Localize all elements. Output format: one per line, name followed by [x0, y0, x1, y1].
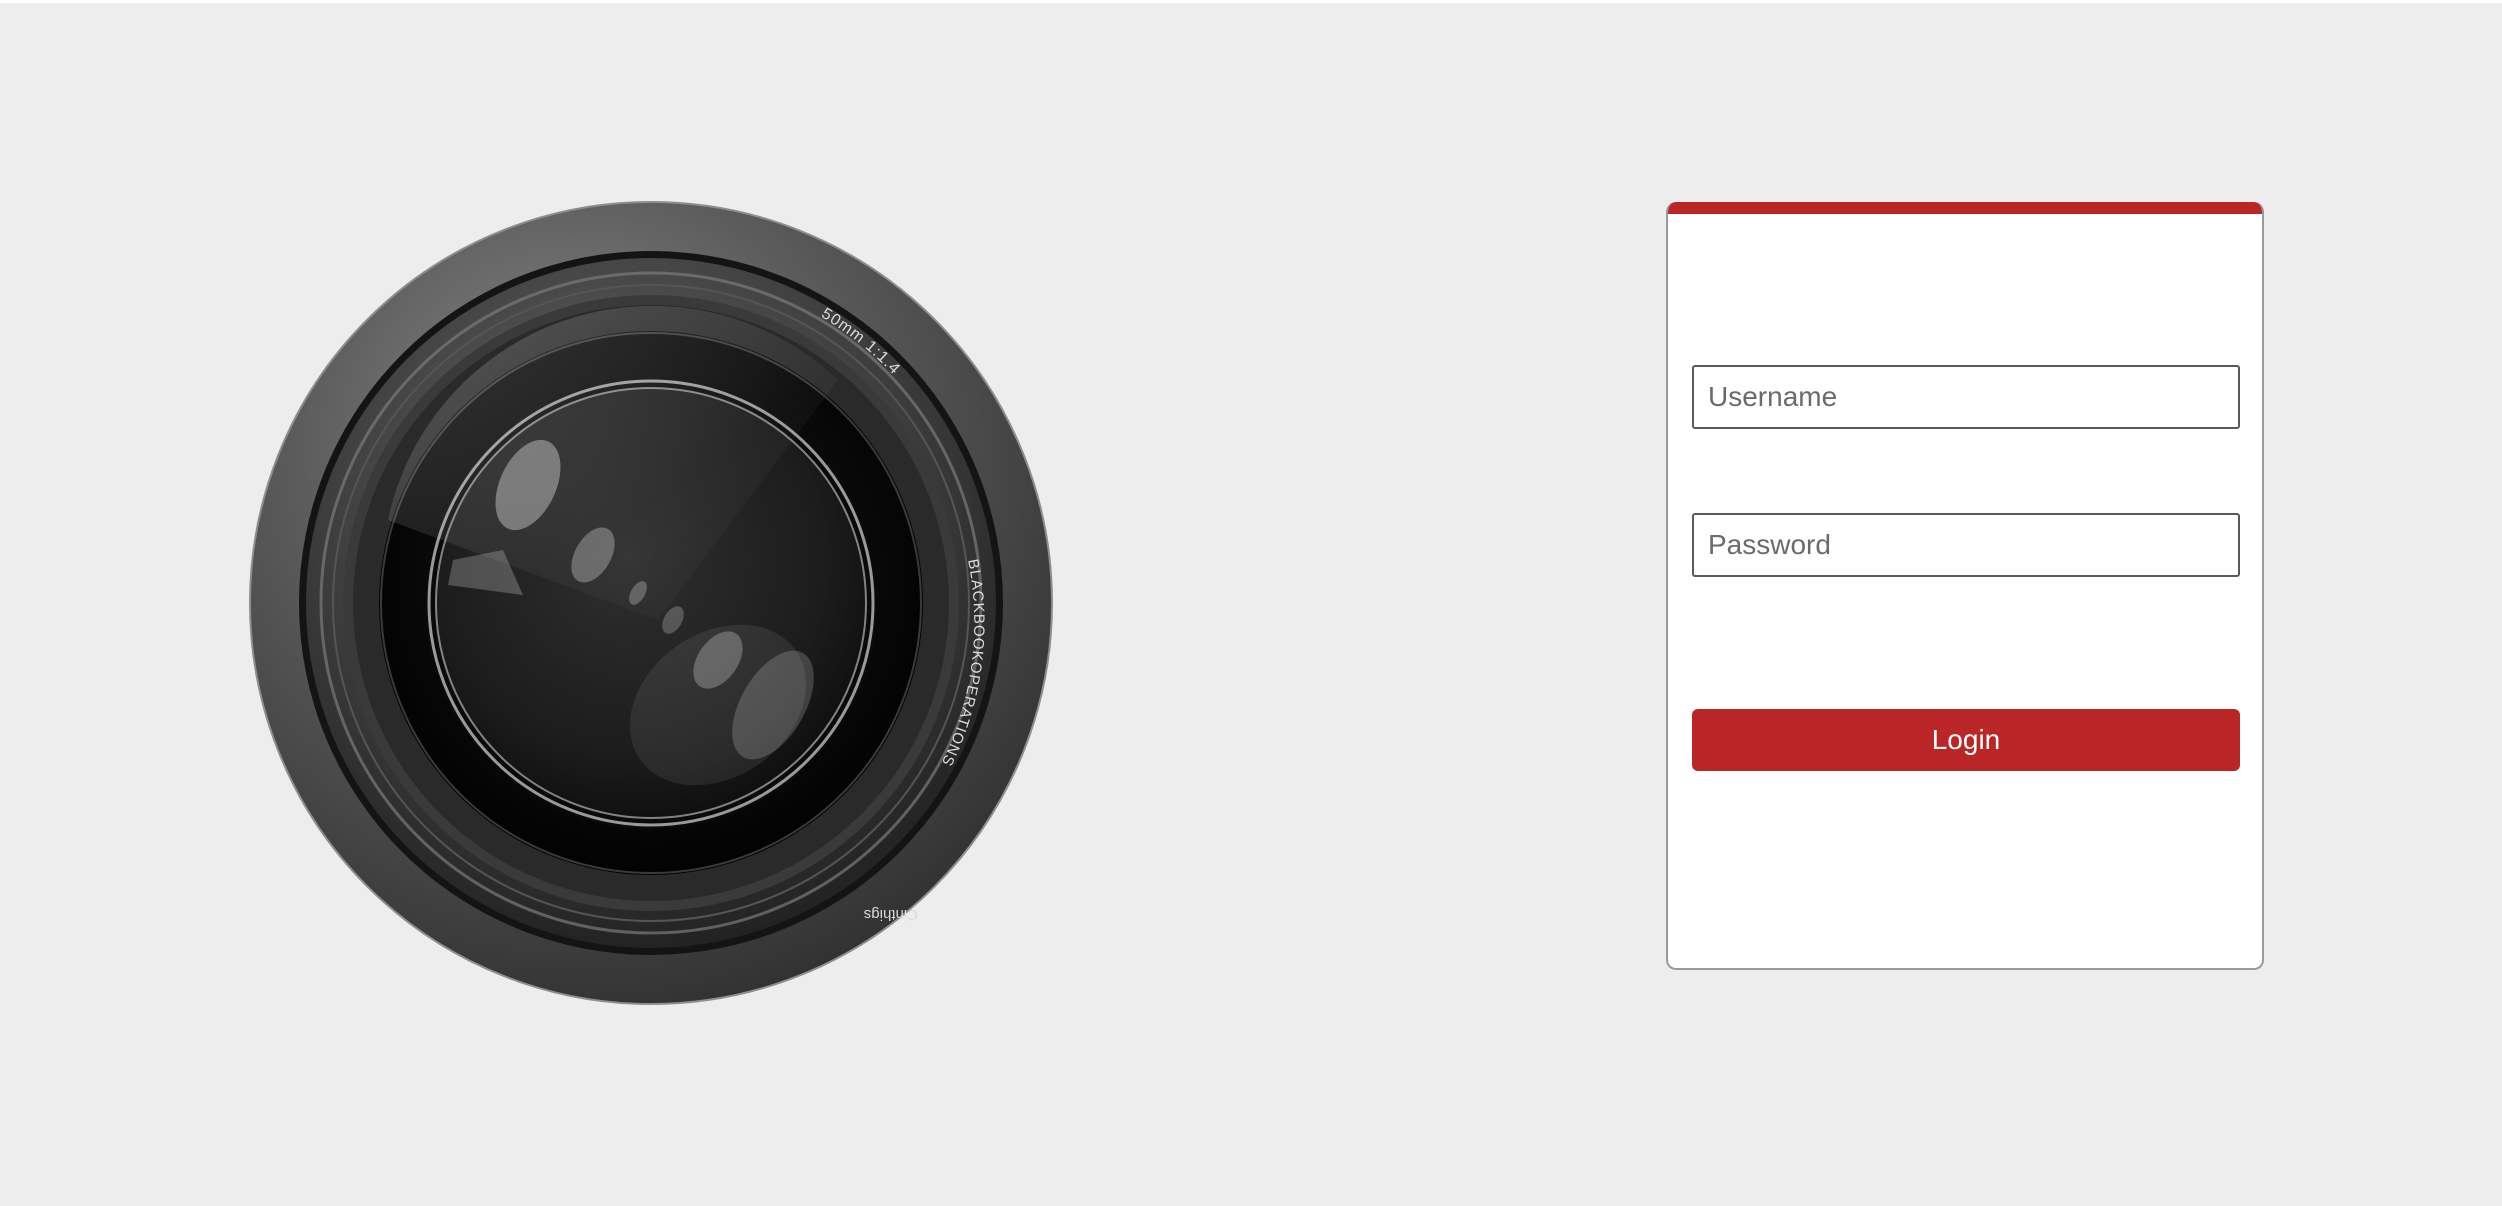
card-accent-bar	[1668, 202, 2262, 214]
camera-lens-image: 50mm 1:1.4 BLACKBOOKOPERATIONS Cinthigs	[248, 200, 1054, 1006]
login-card: Login	[1666, 202, 2264, 970]
lens-maker-label: Cinthigs	[864, 906, 918, 923]
svg-text:Cinthigs: Cinthigs	[864, 906, 918, 923]
username-input[interactable]	[1692, 365, 2240, 429]
camera-lens-graphic: 50mm 1:1.4 BLACKBOOKOPERATIONS Cinthigs	[249, 201, 1053, 1005]
top-edge-line	[0, 0, 2502, 3]
login-button[interactable]: Login	[1692, 709, 2240, 771]
password-input[interactable]	[1692, 513, 2240, 577]
